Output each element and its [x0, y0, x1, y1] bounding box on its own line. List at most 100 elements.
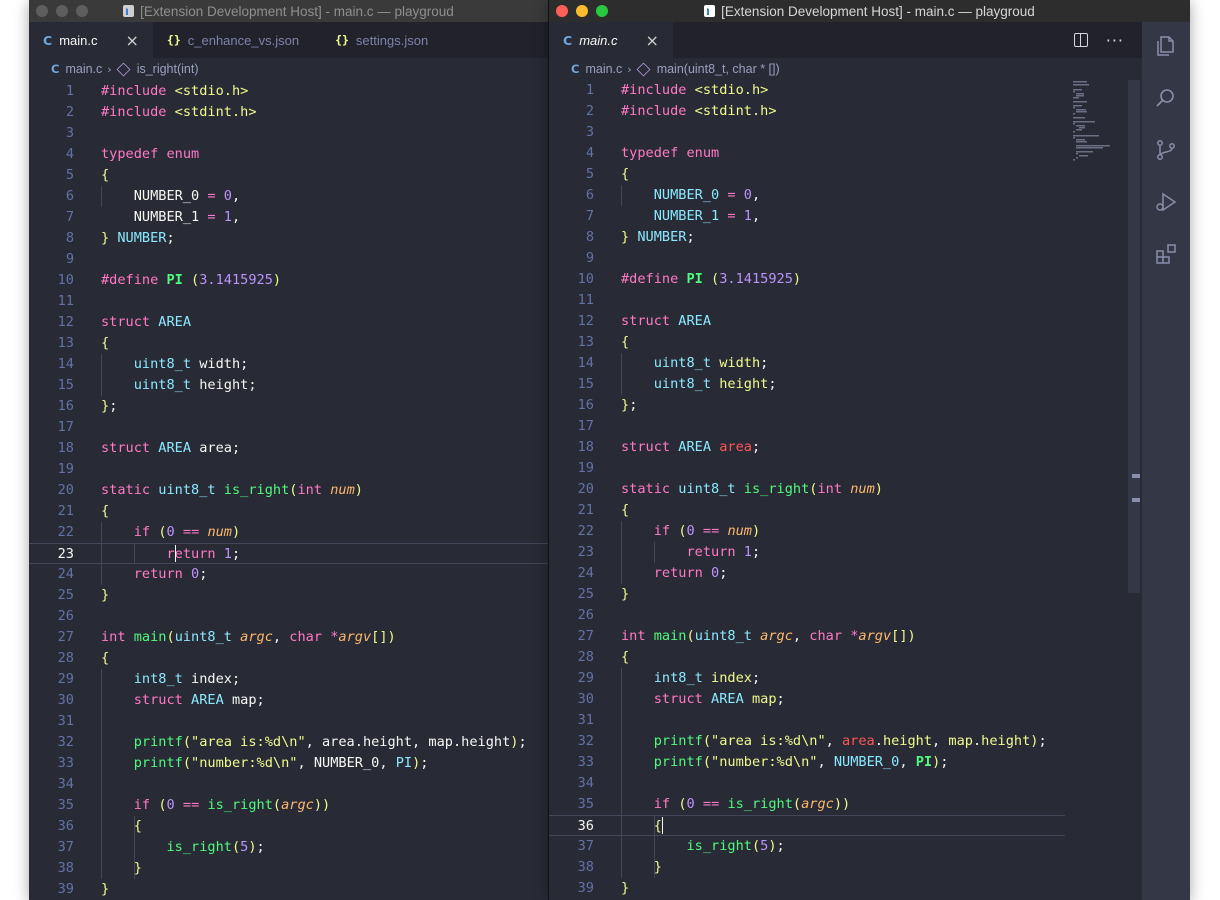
code-line[interactable]: 24 return 0; — [549, 563, 1140, 584]
code-line[interactable]: 34 — [549, 773, 1140, 794]
code-line[interactable]: 10 #define PI (3.1415925) — [29, 270, 548, 291]
code-line[interactable]: 12 struct AREA — [549, 311, 1140, 332]
code-line[interactable]: 20 static uint8_t is_right(int num) — [549, 479, 1140, 500]
code-line[interactable]: 3 — [549, 122, 1140, 143]
code-line[interactable]: 32 printf("area is:%d\n", area.height, m… — [29, 732, 548, 753]
code-line[interactable]: 13 { — [549, 332, 1140, 353]
code-line[interactable]: 15 uint8_t height; — [549, 374, 1140, 395]
vertical-scrollbar-thumb[interactable] — [1128, 80, 1140, 593]
code-line[interactable]: 34 — [29, 774, 548, 795]
code-line[interactable]: 16}; — [549, 395, 1140, 416]
close-window-button[interactable] — [556, 5, 568, 17]
zoom-window-button[interactable] — [596, 5, 608, 17]
code-line[interactable]: 28 { — [29, 648, 548, 669]
code-line[interactable]: 35 if (0 == is_right(argc)) — [29, 795, 548, 816]
code-line[interactable]: 38 } — [549, 857, 1140, 878]
code-line[interactable]: 27 int main(uint8_t argc, char *argv[]) — [549, 626, 1140, 647]
files-icon[interactable] — [1154, 34, 1178, 58]
code-line[interactable]: 5{ — [549, 164, 1140, 185]
tab-c-enhance-vs-json[interactable]: {} c_enhance_vs.json — [152, 22, 322, 58]
code-line[interactable]: 26 — [29, 606, 548, 627]
tab-main-c[interactable]: C main.c × — [549, 22, 673, 58]
code-line[interactable]: 8} NUMBER; — [549, 227, 1140, 248]
code-line[interactable]: 23 return 1; — [549, 542, 1140, 563]
code-line[interactable]: 33 printf("number:%d\n", NUMBER_0, PI); — [549, 752, 1140, 773]
zoom-window-button[interactable] — [76, 5, 88, 17]
code-line[interactable]: 7 NUMBER_1 = 1, — [29, 207, 548, 228]
code-line[interactable]: 18 struct AREA area; — [29, 438, 548, 459]
minimize-window-button[interactable] — [576, 5, 588, 17]
code-line[interactable]: 12 struct AREA — [29, 312, 548, 333]
code-line[interactable]: 17 — [549, 416, 1140, 437]
split-editor-icon[interactable] — [1073, 33, 1088, 47]
code-line[interactable]: 32 printf("area is:%d\n", area.height, m… — [549, 731, 1140, 752]
code-line[interactable]: 28 { — [549, 647, 1140, 668]
code-line[interactable]: 4 typedef enum — [29, 144, 548, 165]
code-line[interactable]: 19 — [29, 459, 548, 480]
code-line[interactable]: 18 struct AREA area; — [549, 437, 1140, 458]
code-line[interactable]: 25} — [549, 584, 1140, 605]
code-line[interactable]: 29 int8_t index; — [549, 668, 1140, 689]
code-line[interactable]: 11 — [29, 291, 548, 312]
search-icon[interactable] — [1154, 86, 1178, 110]
code-line[interactable]: 1 #include <stdio.h> — [29, 81, 548, 102]
tab-settings-json[interactable]: {} settings.json — [321, 22, 443, 58]
more-actions-icon[interactable]: ··· — [1106, 31, 1124, 50]
code-line[interactable]: 22 if (0 == num) — [549, 521, 1140, 542]
close-window-button[interactable] — [36, 5, 48, 17]
code-line[interactable]: 10 #define PI (3.1415925) — [549, 269, 1140, 290]
code-line[interactable]: 37 is_right(5); — [29, 837, 548, 858]
code-line[interactable]: 21 { — [549, 500, 1140, 521]
code-line[interactable]: 26 — [549, 605, 1140, 626]
code-line[interactable]: 24 return 0; — [29, 564, 548, 585]
code-line[interactable]: 14 uint8_t width; — [29, 354, 548, 375]
code-line[interactable]: 9 — [549, 248, 1140, 269]
code-line[interactable]: 7 NUMBER_1 = 1, — [549, 206, 1140, 227]
minimize-window-button[interactable] — [56, 5, 68, 17]
breadcrumb-symbol[interactable]: main(uint8_t, char * []) — [657, 62, 780, 76]
code-line[interactable]: 6 NUMBER_0 = 0, — [549, 185, 1140, 206]
source-control-icon[interactable] — [1154, 138, 1178, 162]
code-line[interactable]: 37 is_right(5); — [549, 836, 1140, 857]
code-line[interactable]: 9 — [29, 249, 548, 270]
code-line[interactable]: 20 static uint8_t is_right(int num) — [29, 480, 548, 501]
code-line[interactable]: 11 — [549, 290, 1140, 311]
code-line[interactable]: 21 { — [29, 501, 548, 522]
code-line[interactable]: 17 — [29, 417, 548, 438]
code-line[interactable]: 39} — [549, 878, 1140, 899]
code-line[interactable]: 4 typedef enum — [549, 143, 1140, 164]
code-line[interactable]: 33 printf("number:%d\n", NUMBER_0, PI); — [29, 753, 548, 774]
code-line[interactable]: 30 struct AREA map; — [549, 689, 1140, 710]
code-line[interactable]: 19 — [549, 458, 1140, 479]
close-tab-icon[interactable]: × — [645, 31, 658, 50]
code-line[interactable]: 30 struct AREA map; — [29, 690, 548, 711]
code-line[interactable]: 3 — [29, 123, 548, 144]
code-line[interactable]: 36 { — [549, 815, 1065, 836]
code-line[interactable]: 5{ — [29, 165, 548, 186]
extensions-icon[interactable] — [1154, 242, 1178, 266]
code-line[interactable]: 39} — [29, 879, 548, 900]
code-line[interactable]: 14 uint8_t width; — [549, 353, 1140, 374]
code-line[interactable]: 23 return 1; — [29, 543, 548, 564]
code-line[interactable]: 2 #include <stdint.h> — [549, 101, 1140, 122]
code-line[interactable]: 8} NUMBER; — [29, 228, 548, 249]
code-line[interactable]: 6 NUMBER_0 = 0, — [29, 186, 548, 207]
tab-main-c[interactable]: C main.c × — [29, 22, 153, 58]
right-code-editor[interactable]: 1 #include <stdio.h> 2 #include <stdint.h> 3… — [549, 80, 1140, 900]
code-line[interactable]: 1 #include <stdio.h> — [549, 80, 1140, 101]
code-line[interactable]: 15 uint8_t height; — [29, 375, 548, 396]
code-line[interactable]: 38 } — [29, 858, 548, 879]
code-line[interactable]: 31 — [549, 710, 1140, 731]
code-line[interactable]: 2 #include <stdint.h> — [29, 102, 548, 123]
code-line[interactable]: 25} — [29, 585, 548, 606]
code-line[interactable]: 31 — [29, 711, 548, 732]
code-line[interactable]: 22 if (0 == num) — [29, 522, 548, 543]
breadcrumb-file[interactable]: main.c — [585, 62, 622, 76]
code-line[interactable]: 35 if (0 == is_right(argc)) — [549, 794, 1140, 815]
minimap[interactable] — [1073, 80, 1128, 165]
code-line[interactable]: 27 int main(uint8_t argc, char *argv[]) — [29, 627, 548, 648]
code-line[interactable]: 16}; — [29, 396, 548, 417]
code-line[interactable]: 36 { — [29, 816, 548, 837]
code-line[interactable]: 13 { — [29, 333, 548, 354]
code-line[interactable]: 29 int8_t index; — [29, 669, 548, 690]
